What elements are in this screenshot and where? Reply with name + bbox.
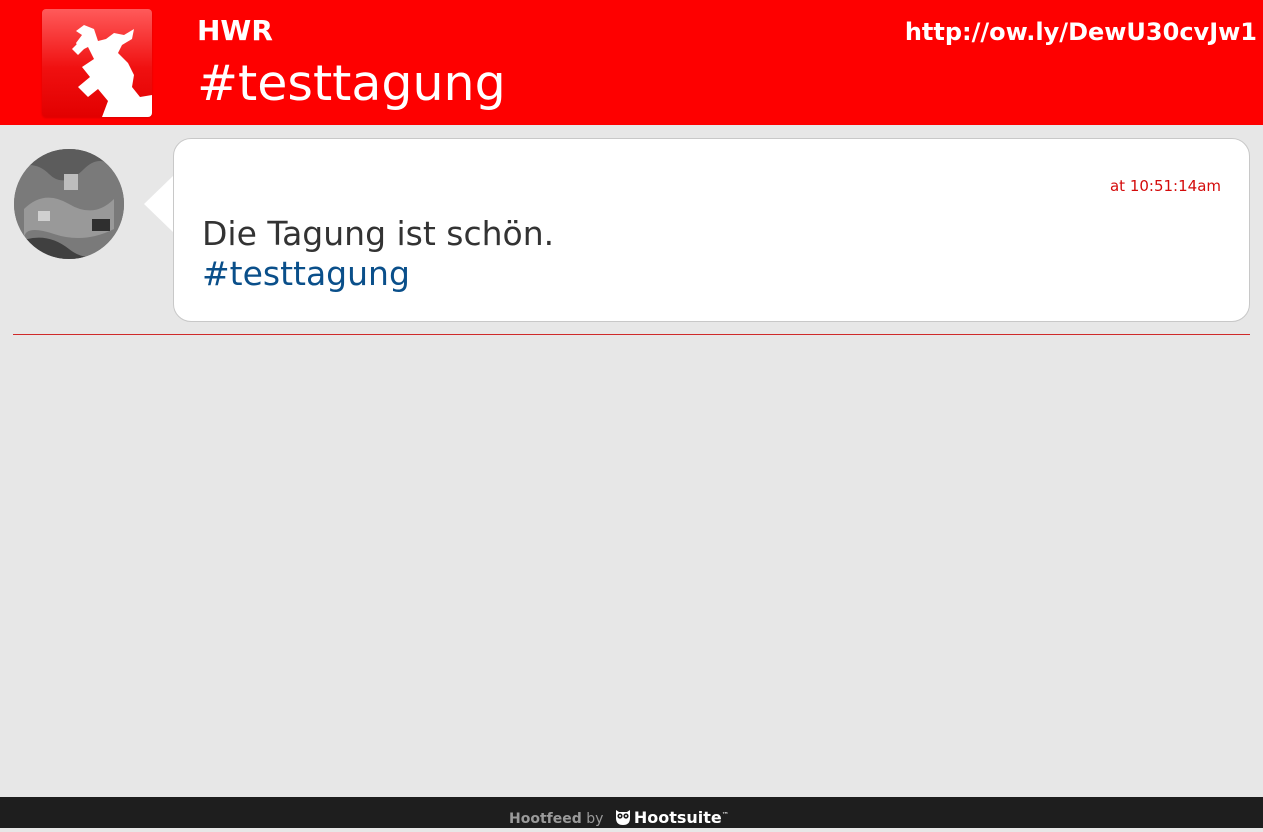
org-name: HWR <box>197 14 273 47</box>
bubble-pointer <box>144 175 174 233</box>
post-timestamp: at 10:51:14am <box>1109 177 1221 195</box>
by-label: by <box>586 811 604 827</box>
user-avatar[interactable] <box>14 149 124 259</box>
hootsuite-owl-icon <box>614 808 632 832</box>
post-text: Die Tagung ist schön. <box>202 214 555 253</box>
short-url-link[interactable]: http://ow.ly/DewU30cvJw1 <box>905 16 1257 48</box>
product-name: Hootfeed <box>509 811 582 827</box>
footer-bar: Hootfeed by Hootsuite™ <box>0 797 1263 828</box>
post-separator <box>13 334 1250 335</box>
trademark: ™ <box>721 811 729 819</box>
footer-credit[interactable]: Hootfeed by Hootsuite™ <box>509 805 729 827</box>
post-bubble: at 10:51:14am Die Tagung ist schön. #tes… <box>173 138 1250 322</box>
post-hashtag-link[interactable]: #testtagung <box>202 254 410 294</box>
berlin-bear-logo-icon <box>42 9 152 117</box>
brand-name: Hootsuite <box>633 808 722 827</box>
feed-hashtag-title: #testtagung <box>197 55 506 112</box>
header-bar: HWR #testtagung http://ow.ly/DewU30cvJw1 <box>0 0 1263 125</box>
